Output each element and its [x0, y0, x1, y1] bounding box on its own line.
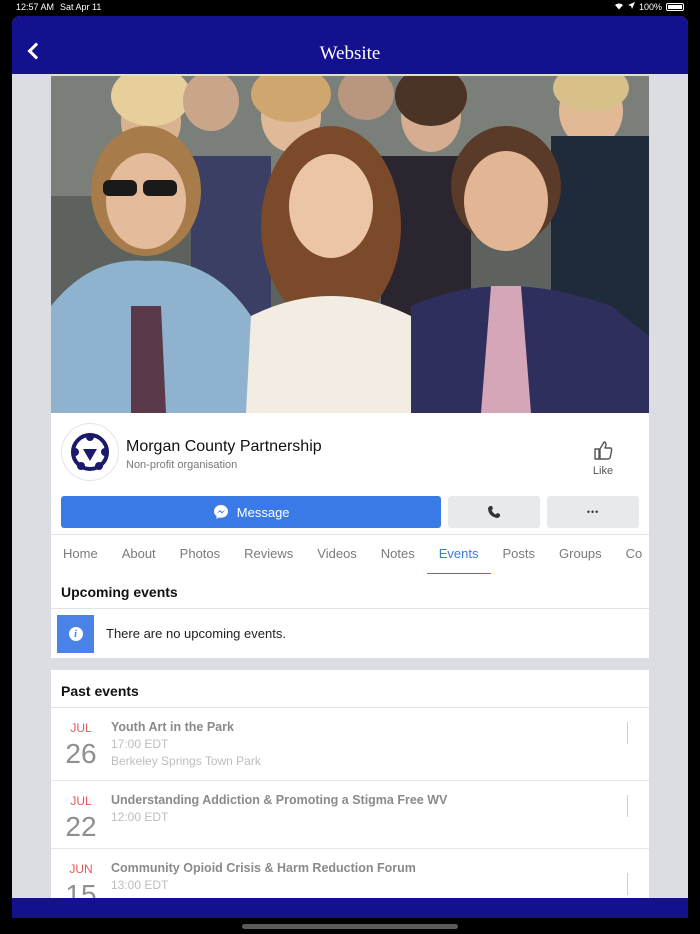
- status-date: Sat Apr 11: [60, 2, 102, 12]
- status-right: 100%: [614, 2, 684, 12]
- past-events-title: Past events: [51, 670, 649, 708]
- upcoming-events-title: Upcoming events: [51, 571, 649, 609]
- location-icon: [627, 2, 635, 12]
- event-row[interactable]: JUL 26 Youth Art in the Park 17:00 EDT B…: [51, 708, 649, 781]
- page-tabs: Home About Photos Reviews Videos Notes E…: [51, 534, 649, 574]
- tab-videos[interactable]: Videos: [305, 535, 369, 574]
- page-name[interactable]: Morgan County Partnership: [126, 438, 322, 456]
- past-events-section: Past events JUL 26 Youth Art in the Park…: [51, 670, 649, 918]
- tab-about[interactable]: About: [110, 535, 168, 574]
- event-separator: [627, 873, 628, 895]
- event-row[interactable]: JUL 22 Understanding Addiction & Promoti…: [51, 781, 649, 849]
- event-time: 17:00 EDT: [111, 737, 169, 751]
- page-avatar[interactable]: [61, 423, 119, 481]
- event-month: JUL: [70, 794, 92, 808]
- home-indicator[interactable]: [242, 924, 458, 929]
- more-options-button[interactable]: •••: [547, 496, 640, 528]
- section-divider: [51, 658, 649, 670]
- event-month: JUN: [69, 862, 93, 876]
- tab-notes[interactable]: Notes: [369, 535, 427, 574]
- event-day: 26: [65, 738, 97, 769]
- page-content: Morgan County Partnership Non-profit org…: [51, 76, 649, 918]
- wifi-icon: [614, 2, 624, 12]
- navbar: Website: [12, 16, 688, 74]
- like-button[interactable]: Like: [583, 439, 623, 477]
- phone-icon: [488, 506, 501, 518]
- navbar-title: Website: [319, 43, 381, 64]
- tab-home[interactable]: Home: [51, 535, 110, 574]
- status-time: 12:57 AM: [16, 2, 55, 12]
- event-title[interactable]: Understanding Addiction & Promoting a St…: [111, 793, 447, 807]
- message-button[interactable]: Message: [61, 496, 442, 528]
- event-title[interactable]: Community Opioid Crisis & Harm Reduction…: [111, 861, 416, 875]
- bottom-toolbar: [12, 898, 688, 918]
- tab-reviews[interactable]: Reviews: [232, 535, 305, 574]
- event-time: 12:00 EDT: [111, 810, 169, 824]
- thumbs-up-icon: [594, 441, 613, 460]
- event-separator: [627, 795, 628, 817]
- event-place: Berkeley Springs Town Park: [111, 754, 261, 768]
- messenger-icon: [213, 505, 228, 519]
- app-screen: Website Morgan County Partnership Non-pr…: [12, 16, 688, 918]
- event-month: JUL: [70, 721, 92, 735]
- tab-events[interactable]: Events: [426, 535, 491, 574]
- event-time: 13:00 EDT: [111, 878, 169, 892]
- like-label: Like: [592, 465, 614, 477]
- status-bar: 12:57 AM Sat Apr 11 100%: [0, 0, 700, 16]
- more-dots-icon: •••: [586, 507, 600, 517]
- call-button[interactable]: [448, 496, 541, 528]
- page-profile-header: Morgan County Partnership Non-profit org…: [51, 413, 649, 574]
- page-category: Non-profit organisation: [126, 459, 238, 471]
- action-buttons: Message •••: [61, 496, 640, 528]
- no-events-text: There are no upcoming events.: [106, 626, 286, 641]
- event-day: 22: [65, 811, 97, 842]
- tab-groups[interactable]: Groups: [547, 535, 614, 574]
- tab-posts[interactable]: Posts: [491, 535, 548, 574]
- upcoming-events-section: Upcoming events i There are no upcoming …: [51, 571, 649, 658]
- partnership-logo-icon: [71, 433, 109, 471]
- cover-photo: [51, 76, 649, 413]
- battery-icon: [666, 3, 684, 11]
- event-separator: [627, 722, 628, 744]
- battery-percent: 100%: [638, 2, 662, 12]
- event-title[interactable]: Youth Art in the Park: [111, 720, 234, 734]
- message-label: Message: [236, 504, 290, 520]
- tab-photos[interactable]: Photos: [168, 535, 232, 574]
- tab-community[interactable]: Co: [614, 535, 649, 574]
- no-events-notice: i There are no upcoming events.: [51, 609, 649, 658]
- info-icon: i: [57, 614, 94, 653]
